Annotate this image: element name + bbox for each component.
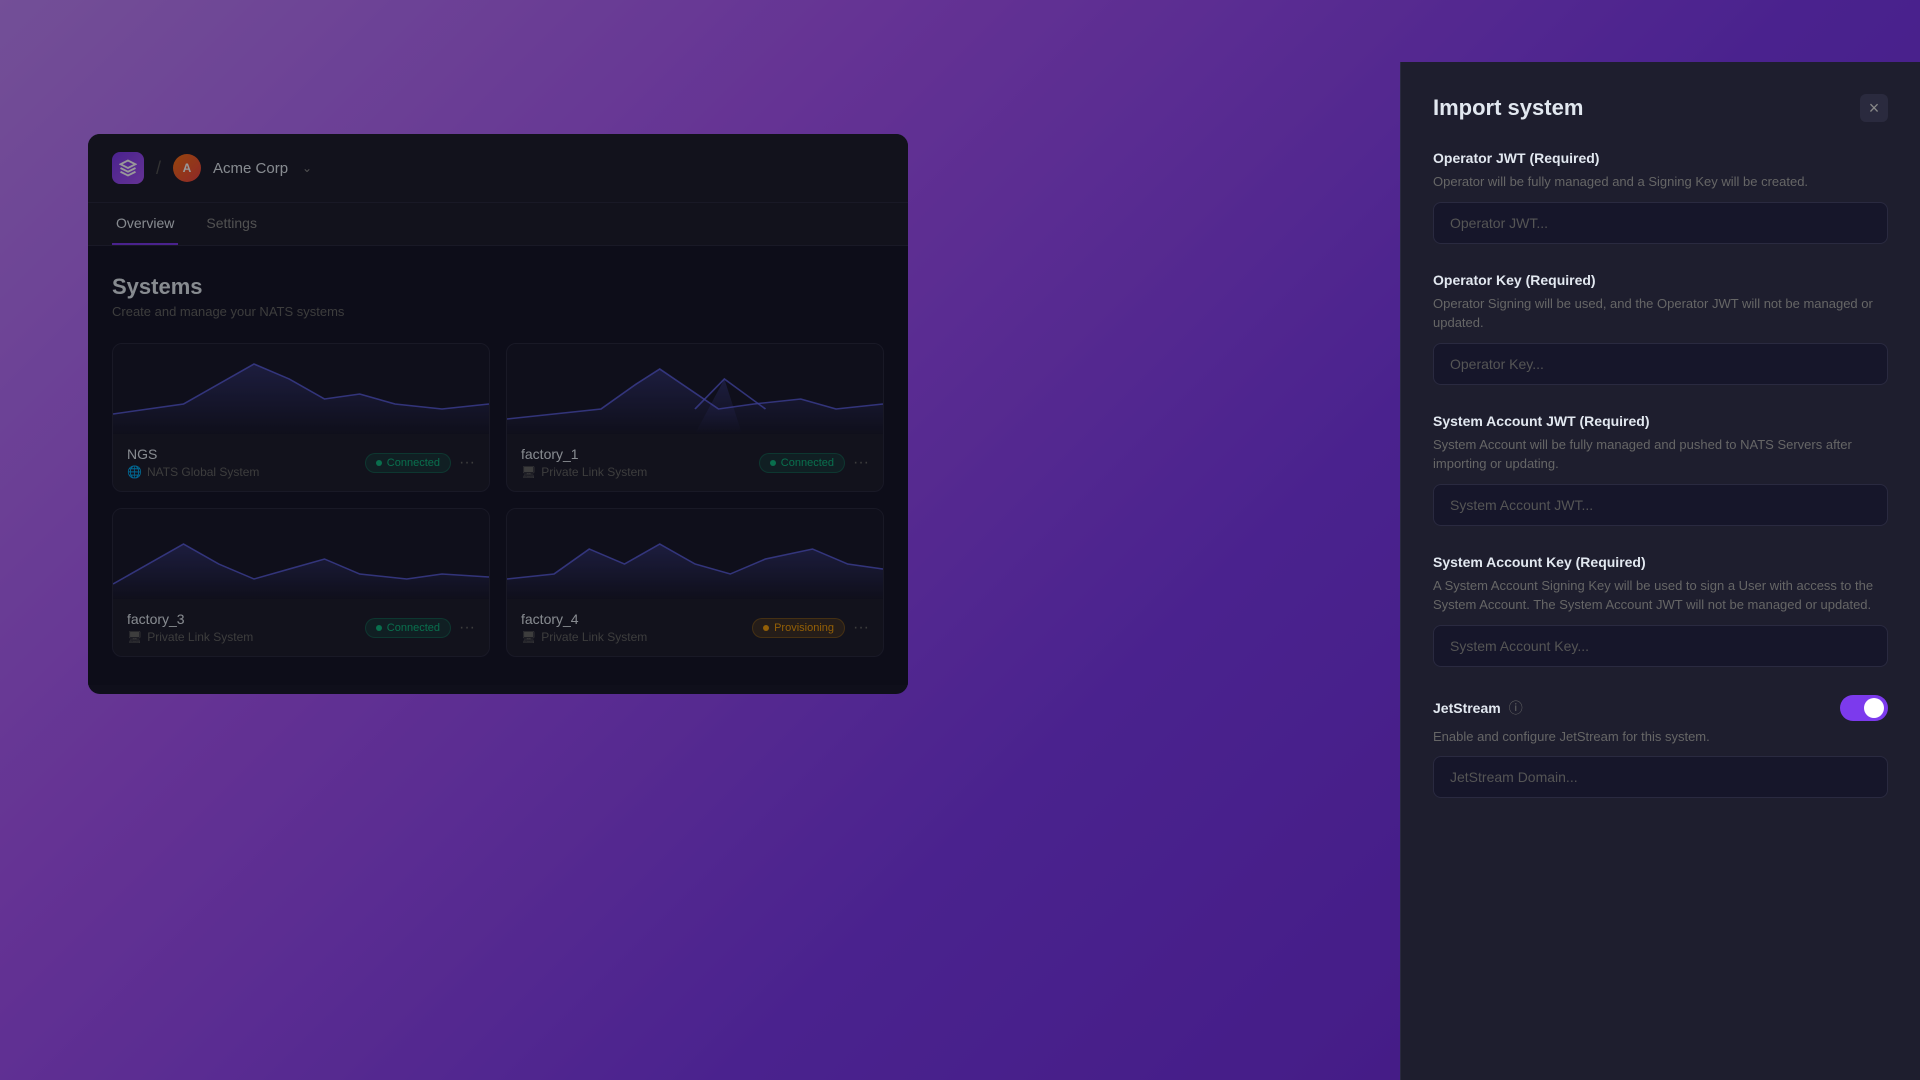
jetstream-title: JetStream <box>1433 700 1501 716</box>
operator-jwt-input[interactable] <box>1433 202 1888 244</box>
system-card-factory1: factory_1 🖥 Private Link System Connecte… <box>506 343 884 492</box>
system-account-key-input[interactable] <box>1433 625 1888 667</box>
factory1-card-info: factory_1 🖥 Private Link System <box>521 446 647 479</box>
factory3-more-button[interactable]: ··· <box>459 619 475 637</box>
system-account-key-label: System Account Key (Required) <box>1433 554 1888 570</box>
system-account-jwt-description: System Account will be fully managed and… <box>1433 435 1888 474</box>
factory4-type: 🖥 Private Link System <box>521 630 647 644</box>
import-system-modal: Import system × Operator JWT (Required) … <box>1400 62 1920 1080</box>
ngs-name: NGS <box>127 446 259 462</box>
operator-key-section: Operator Key (Required) Operator Signing… <box>1433 272 1888 385</box>
operator-key-label: Operator Key (Required) <box>1433 272 1888 288</box>
factory3-card-footer: factory_3 🖥 Private Link System Connecte… <box>113 599 489 656</box>
operator-jwt-section: Operator JWT (Required) Operator will be… <box>1433 150 1888 244</box>
factory3-status-label: Connected <box>387 622 440 634</box>
system-account-jwt-input[interactable] <box>1433 484 1888 526</box>
system-account-jwt-section: System Account JWT (Required) System Acc… <box>1433 413 1888 526</box>
ngs-card-info: NGS 🌐 NATS Global System <box>127 446 259 479</box>
operator-key-input[interactable] <box>1433 343 1888 385</box>
factory4-card-actions: Provisioning ··· <box>752 618 869 638</box>
factory3-name: factory_3 <box>127 611 253 627</box>
factory3-chart <box>113 509 489 599</box>
jetstream-info-icon: ⓘ <box>1509 698 1523 718</box>
breadcrumb-separator: / <box>156 158 161 179</box>
ngs-type: 🌐 NATS Global System <box>127 465 259 479</box>
operator-jwt-description: Operator will be fully managed and a Sig… <box>1433 172 1888 192</box>
tab-settings[interactable]: Settings <box>202 203 261 245</box>
factory4-chart <box>507 509 883 599</box>
factory3-status-badge: Connected <box>365 618 451 638</box>
modal-close-button[interactable]: × <box>1860 94 1888 122</box>
factory4-more-button[interactable]: ··· <box>853 619 869 637</box>
factory3-status-dot <box>376 625 382 631</box>
factory1-type: 🖥 Private Link System <box>521 465 647 479</box>
app-logo-icon <box>112 152 144 184</box>
app-header: / A Acme Corp ⌄ <box>88 134 908 203</box>
content-area: Systems Create and manage your NATS syst… <box>88 246 908 685</box>
app-window: / A Acme Corp ⌄ Overview Settings System… <box>88 134 908 694</box>
factory1-name: factory_1 <box>521 446 647 462</box>
jetstream-section: JetStream ⓘ Enable and configure JetStre… <box>1433 695 1888 799</box>
factory1-status-label: Connected <box>781 457 834 469</box>
toggle-knob <box>1864 698 1884 718</box>
jetstream-description: Enable and configure JetStream for this … <box>1433 727 1888 747</box>
factory4-name: factory_4 <box>521 611 647 627</box>
system-account-key-description: A System Account Signing Key will be use… <box>1433 576 1888 615</box>
ngs-status-label: Connected <box>387 457 440 469</box>
factory4-card-info: factory_4 🖥 Private Link System <box>521 611 647 644</box>
factory4-status-dot <box>763 625 769 631</box>
operator-jwt-label: Operator JWT (Required) <box>1433 150 1888 166</box>
factory1-status-badge: Connected <box>759 453 845 473</box>
ngs-status-dot <box>376 460 382 466</box>
jetstream-toggle[interactable] <box>1840 695 1888 721</box>
nav-tabs: Overview Settings <box>88 203 908 246</box>
system-account-jwt-label: System Account JWT (Required) <box>1433 413 1888 429</box>
system-card-factory3: factory_3 🖥 Private Link System Connecte… <box>112 508 490 657</box>
factory3-card-actions: Connected ··· <box>365 618 475 638</box>
factory1-chart <box>507 344 883 434</box>
factory4-status-label: Provisioning <box>774 622 834 634</box>
ngs-card-actions: Connected ··· <box>365 453 475 473</box>
factory3-card-info: factory_3 🖥 Private Link System <box>127 611 253 644</box>
systems-title: Systems <box>112 274 884 300</box>
ngs-type-icon: 🌐 <box>127 465 142 479</box>
systems-grid: NGS 🌐 NATS Global System Connected ··· <box>112 343 884 657</box>
ngs-chart <box>113 344 489 434</box>
modal-title: Import system <box>1433 95 1583 121</box>
ngs-more-button[interactable]: ··· <box>459 454 475 472</box>
org-avatar: A <box>173 154 201 182</box>
jetstream-domain-input[interactable] <box>1433 756 1888 798</box>
ngs-card-footer: NGS 🌐 NATS Global System Connected ··· <box>113 434 489 491</box>
org-name[interactable]: Acme Corp <box>213 160 288 177</box>
factory4-card-footer: factory_4 🖥 Private Link System Provisio… <box>507 599 883 656</box>
factory1-card-actions: Connected ··· <box>759 453 869 473</box>
org-chevron-icon[interactable]: ⌄ <box>302 161 312 175</box>
jetstream-title-group: JetStream ⓘ <box>1433 698 1523 718</box>
factory4-status-badge: Provisioning <box>752 618 845 638</box>
system-card-factory4: factory_4 🖥 Private Link System Provisio… <box>506 508 884 657</box>
factory3-type: 🖥 Private Link System <box>127 630 253 644</box>
factory3-type-icon: 🖥 <box>127 630 142 644</box>
factory1-card-footer: factory_1 🖥 Private Link System Connecte… <box>507 434 883 491</box>
factory1-status-dot <box>770 460 776 466</box>
factory1-more-button[interactable]: ··· <box>853 454 869 472</box>
factory1-type-icon: 🖥 <box>521 465 536 479</box>
systems-subtitle: Create and manage your NATS systems <box>112 304 884 319</box>
modal-header: Import system × <box>1433 94 1888 122</box>
ngs-status-badge: Connected <box>365 453 451 473</box>
system-account-key-section: System Account Key (Required) A System A… <box>1433 554 1888 667</box>
tab-overview[interactable]: Overview <box>112 203 178 245</box>
factory4-type-icon: 🖥 <box>521 630 536 644</box>
jetstream-header: JetStream ⓘ <box>1433 695 1888 721</box>
system-card-ngs: NGS 🌐 NATS Global System Connected ··· <box>112 343 490 492</box>
operator-key-description: Operator Signing will be used, and the O… <box>1433 294 1888 333</box>
